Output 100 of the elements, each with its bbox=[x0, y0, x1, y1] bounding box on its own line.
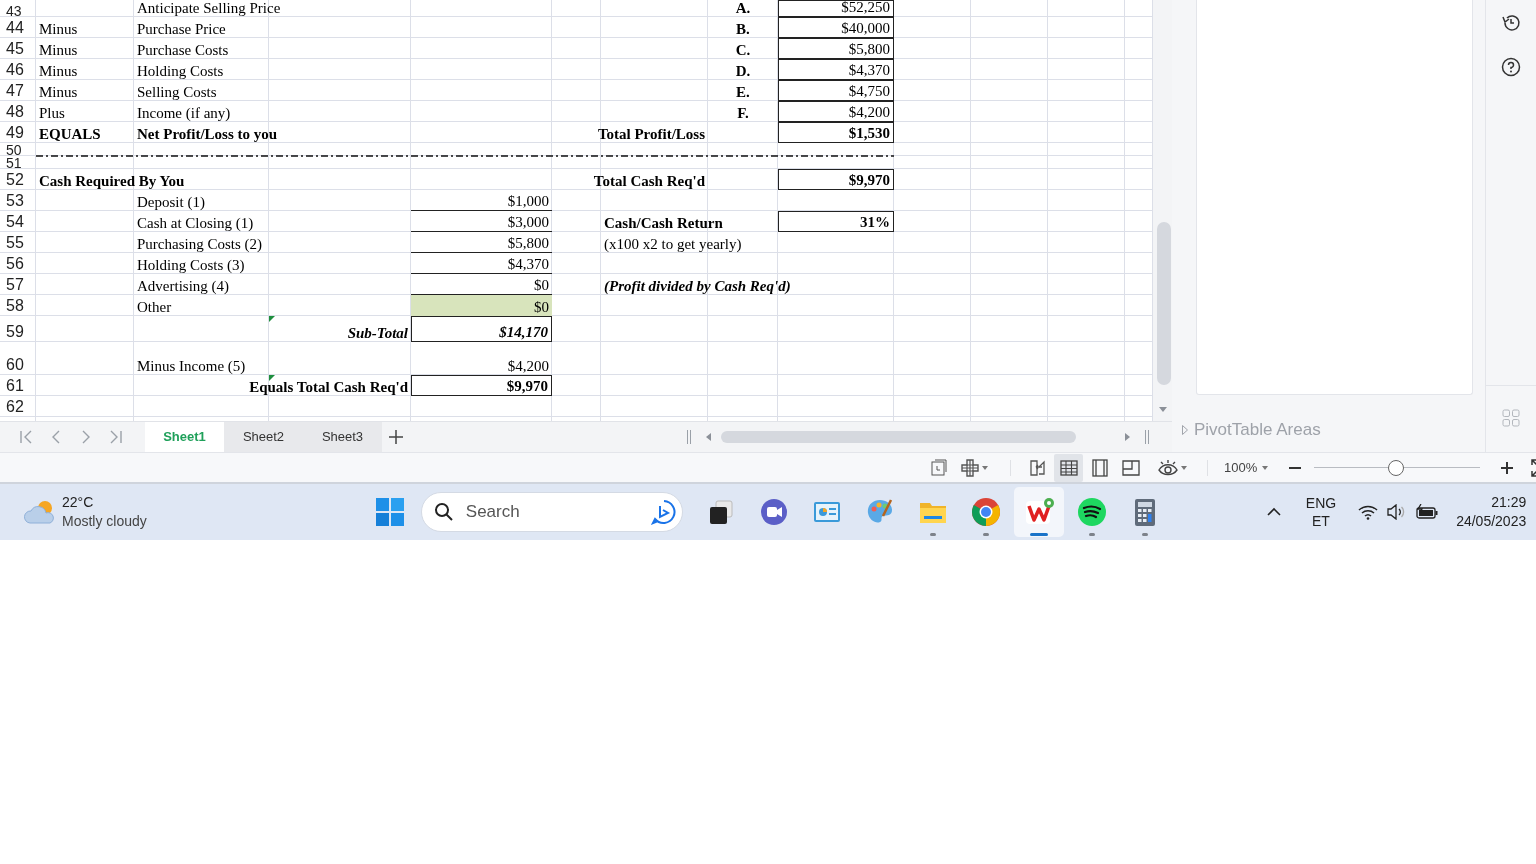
cell-text: $4,200 bbox=[507, 357, 549, 375]
tricolor-circle-icon[interactable] bbox=[969, 496, 1002, 528]
value-cell[interactable]: $9,970 bbox=[778, 169, 894, 190]
zoom-in-icon[interactable] bbox=[1500, 460, 1515, 475]
value-cell[interactable]: $0 bbox=[411, 295, 552, 316]
row-number[interactable]: 55 bbox=[6, 235, 24, 251]
row-number[interactable]: 48 bbox=[6, 104, 24, 120]
caret-icon[interactable] bbox=[1181, 465, 1187, 470]
search-icon bbox=[433, 502, 454, 522]
value-cell[interactable]: $5,800 bbox=[411, 232, 552, 253]
search-placeholder[interactable]: Search bbox=[465, 499, 651, 525]
row-number[interactable]: 60 bbox=[6, 357, 24, 373]
clock-time[interactable]: 21:29 bbox=[1491, 493, 1527, 512]
value-cell[interactable]: $1,530 bbox=[778, 122, 894, 143]
value-cell[interactable]: $5,800 bbox=[778, 38, 894, 59]
sheet-tab[interactable]: Sheet3 bbox=[303, 421, 382, 453]
value-cell[interactable]: $14,170 bbox=[411, 316, 552, 342]
value-cell[interactable]: $4,370 bbox=[778, 59, 894, 80]
speaker-icon[interactable] bbox=[1386, 504, 1407, 520]
chevron-up-icon[interactable] bbox=[1266, 507, 1281, 517]
history-icon[interactable] bbox=[1501, 13, 1521, 33]
chat-bubble-logo-icon[interactable] bbox=[650, 499, 677, 525]
row-number[interactable]: 56 bbox=[6, 256, 24, 272]
cell-text: Plus bbox=[39, 104, 65, 122]
temperature-text[interactable]: 22°C bbox=[62, 493, 147, 512]
cell-text: Anticipate Selling Price bbox=[137, 0, 281, 17]
cell-text: Purchasing Costs (2) bbox=[137, 235, 262, 253]
scroll-right-icon[interactable] bbox=[1125, 433, 1131, 441]
cell-text: Total Cash Req'd bbox=[593, 172, 705, 190]
slider-thumb[interactable] bbox=[1387, 459, 1404, 476]
value-cell[interactable]: $1,000 bbox=[411, 190, 552, 211]
cell-text: Cash Required By You bbox=[39, 172, 185, 190]
cell-text: Sub-Total bbox=[347, 324, 408, 342]
help-icon[interactable] bbox=[1501, 57, 1521, 77]
vertical-scrollbar[interactable] bbox=[1153, 0, 1172, 421]
cell-text: Equals Total Cash Req'd bbox=[249, 378, 408, 396]
eye-icon[interactable] bbox=[1157, 458, 1179, 477]
cell-text: Minus bbox=[39, 41, 78, 59]
paging-icon[interactable] bbox=[930, 458, 948, 477]
row-number[interactable]: 61 bbox=[6, 378, 24, 394]
zoom-dropdown[interactable]: 100% bbox=[1224, 457, 1269, 478]
cell-text: Minus bbox=[39, 83, 78, 101]
scrollbar-thumb[interactable] bbox=[1157, 222, 1171, 385]
value-cell[interactable]: 31% bbox=[778, 211, 894, 232]
row-number[interactable]: 62 bbox=[6, 399, 24, 415]
cell-text: Purchase Price bbox=[137, 20, 226, 38]
value-cell[interactable]: $3,000 bbox=[411, 211, 552, 232]
language-code[interactable]: ENG bbox=[1305, 494, 1337, 512]
cell-text: E. bbox=[736, 83, 750, 101]
cell-text: D. bbox=[735, 62, 751, 80]
value-cell[interactable]: $4,200 bbox=[778, 101, 894, 122]
weather-condition-text[interactable]: Mostly cloudy bbox=[62, 512, 147, 531]
value-cell[interactable]: $9,970 bbox=[411, 375, 552, 396]
last-sheet-icon[interactable] bbox=[108, 429, 124, 445]
cell-text: Income (if any) bbox=[137, 104, 231, 122]
table-grid-icon[interactable] bbox=[1054, 453, 1083, 482]
wifi-icon[interactable] bbox=[1358, 504, 1379, 520]
cell-text: Holding Costs (3) bbox=[137, 256, 245, 274]
row-number[interactable]: 46 bbox=[6, 62, 24, 78]
first-sheet-icon[interactable] bbox=[18, 429, 34, 445]
row-number[interactable]: 49 bbox=[6, 125, 24, 141]
value-cell[interactable]: $52,250 bbox=[778, 0, 894, 17]
freeze-panes-icon[interactable] bbox=[960, 457, 980, 478]
sound-waves-circle-icon[interactable] bbox=[1075, 496, 1108, 528]
value-cell[interactable]: $4,750 bbox=[778, 80, 894, 101]
row-number[interactable]: 51 bbox=[6, 157, 22, 169]
cell-text: Deposit (1) bbox=[137, 193, 205, 211]
cell-text: Cash at Closing (1) bbox=[137, 214, 254, 232]
row-number[interactable]: 53 bbox=[6, 193, 24, 209]
keyboard-layout[interactable]: ET bbox=[1312, 512, 1330, 530]
row-number[interactable]: 59 bbox=[6, 324, 24, 340]
start-icon[interactable] bbox=[375, 498, 404, 526]
add-sheet-icon[interactable] bbox=[388, 429, 404, 445]
expand-triangle-icon[interactable] bbox=[1182, 424, 1188, 435]
row-number[interactable]: 54 bbox=[6, 214, 24, 230]
row-number[interactable]: 43 bbox=[6, 5, 22, 17]
scroll-down-icon[interactable] bbox=[1159, 407, 1167, 413]
cell-text: Holding Costs bbox=[137, 62, 224, 80]
row-number[interactable]: 45 bbox=[6, 41, 24, 57]
cell-text: Cash/Cash Return bbox=[604, 214, 723, 232]
row-number[interactable]: 44 bbox=[6, 20, 24, 36]
value-cell[interactable]: $4,370 bbox=[411, 253, 552, 274]
cell-text: Advertising (4) bbox=[137, 277, 230, 295]
cell-text: Net Profit/Loss to you bbox=[137, 125, 278, 143]
row-number[interactable]: 57 bbox=[6, 277, 24, 293]
search-field[interactable]: Search bbox=[420, 492, 683, 532]
zoom-slider[interactable] bbox=[1314, 459, 1481, 476]
clock-date[interactable]: 24/05/2023 bbox=[1456, 512, 1527, 531]
row-number[interactable]: 58 bbox=[6, 298, 24, 314]
cell-text: B. bbox=[736, 20, 750, 38]
value-cell[interactable]: $40,000 bbox=[778, 17, 894, 38]
row-number[interactable]: 47 bbox=[6, 83, 24, 99]
cell-text: A. bbox=[735, 0, 751, 17]
row-number[interactable]: 52 bbox=[6, 172, 24, 188]
battery-icon[interactable] bbox=[1416, 504, 1439, 520]
caret-icon[interactable] bbox=[982, 465, 988, 470]
cell-text: EQUALS bbox=[39, 125, 101, 143]
sheet-tab[interactable]: Sheet2 bbox=[224, 421, 303, 453]
scroll-left-icon[interactable] bbox=[705, 433, 711, 441]
row-number[interactable]: 50 bbox=[6, 144, 22, 156]
